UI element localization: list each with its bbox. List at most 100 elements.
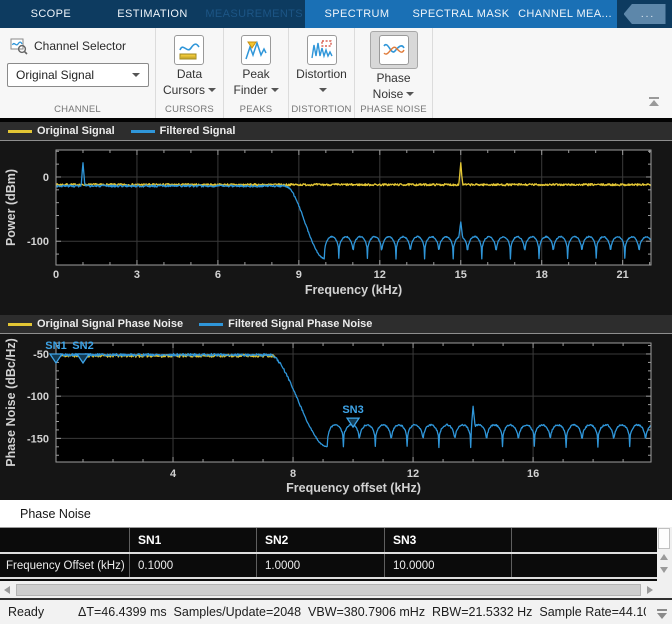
svg-text:12: 12 (374, 269, 386, 281)
power-plot-legend: Original Signal Filtered Signal (0, 122, 672, 141)
svg-text:12: 12 (407, 468, 419, 480)
legend-line-filtered-signal (131, 130, 155, 133)
status-stats: ΔT=46.4399 ms Samples/Update=2048 VBW=38… (78, 605, 646, 619)
phase-noise-plot-legend: Original Signal Phase Noise Filtered Sig… (0, 315, 672, 334)
ribbon-section-cursors: Data Cursors CURSORS (156, 28, 224, 118)
legend-item-original-phase-noise[interactable]: Original Signal Phase Noise (8, 318, 183, 330)
svg-text:-100: -100 (27, 236, 49, 248)
peak-finder-label-1: Peak (242, 67, 269, 81)
tab-spectral-mask[interactable]: SPECTRAL MASK (409, 0, 513, 28)
svg-text:0: 0 (53, 269, 59, 281)
sn3-value: 10.0000 (385, 554, 512, 577)
table-header-row: SN1 SN2 SN3 (0, 528, 657, 554)
channel-dropdown-value: Original Signal (16, 68, 94, 82)
table-header-sn1: SN1 (130, 528, 257, 552)
scroll-left-icon (4, 586, 10, 594)
svg-text:4: 4 (170, 468, 177, 480)
svg-text:Power (dBm): Power (dBm) (4, 169, 18, 246)
section-label-distortion: DISTORTION (289, 104, 354, 115)
svg-text:Phase Noise (dBc/Hz): Phase Noise (dBc/Hz) (4, 338, 18, 467)
tab-measurements[interactable]: MEASUREMENTS (203, 0, 305, 28)
scroll-right-button[interactable] (643, 581, 657, 598)
distortion-button[interactable]: Distortion (296, 35, 347, 97)
svg-text:21: 21 (617, 269, 629, 281)
collapse-ribbon-icon[interactable] (646, 94, 662, 112)
chevron-down-icon (271, 88, 279, 96)
table-vertical-scrollbar[interactable] (657, 527, 672, 581)
svg-text:8: 8 (290, 468, 296, 480)
dock-down-icon[interactable] (655, 607, 669, 624)
peak-finder-button[interactable]: Peak Finder (233, 35, 278, 97)
phase-noise-label-2: Noise (373, 87, 404, 101)
svg-text:SN1: SN1 (45, 340, 66, 352)
status-bar: Ready ΔT=46.4399 ms Samples/Update=2048 … (0, 598, 672, 624)
svg-text:Frequency (kHz): Frequency (kHz) (305, 283, 402, 297)
table-header-filler (512, 528, 657, 552)
section-label-peaks: PEAKS (224, 104, 288, 115)
table-header-empty (0, 528, 130, 552)
sn2-value: 1.0000 (257, 554, 385, 577)
svg-text:18: 18 (536, 269, 548, 281)
legend-label: Filtered Signal Phase Noise (228, 318, 372, 330)
svg-text:16: 16 (527, 468, 539, 480)
legend-item-original-signal[interactable]: Original Signal (8, 125, 115, 137)
table-header-sn2: SN2 (257, 528, 385, 552)
svg-text:-150: -150 (27, 433, 49, 445)
status-state: Ready (8, 605, 78, 619)
distortion-icon (307, 35, 337, 65)
chevron-down-icon (208, 88, 216, 96)
distortion-label: Distortion (296, 67, 347, 81)
channel-dropdown[interactable]: Original Signal (7, 63, 149, 87)
svg-text:Frequency offset (kHz): Frequency offset (kHz) (286, 481, 421, 495)
channel-selector-icon (10, 37, 28, 55)
phase-noise-button[interactable]: Phase Noise (370, 35, 418, 101)
tab-channel-measurements[interactable]: CHANNEL MEA... (513, 0, 617, 28)
scroll-left-button[interactable] (0, 581, 14, 598)
data-cursors-label-1: Data (177, 67, 202, 81)
data-cursors-button[interactable]: Data Cursors (163, 35, 216, 97)
peak-finder-icon (241, 35, 271, 65)
chevron-down-icon (132, 73, 140, 81)
scroll-down-icon[interactable] (660, 567, 668, 573)
phase-noise-plot[interactable]: 481216-50-100-150Frequency offset (kHz)P… (0, 334, 672, 500)
legend-line-filtered-phase-noise (199, 323, 223, 326)
channel-selector-button[interactable]: Channel Selector (10, 37, 126, 55)
tab-zone-left: SCOPE ESTIMATION MEASUREMENTS (0, 0, 305, 28)
ribbon-empty-area (433, 28, 672, 118)
table-horizontal-scrollbar[interactable] (0, 581, 657, 598)
ribbon-toolstrip: Channel Selector Original Signal CHANNEL… (0, 28, 672, 118)
legend-line-original-signal (8, 130, 32, 133)
legend-label: Filtered Signal (160, 125, 236, 137)
vertical-scroll-thumb[interactable] (658, 528, 670, 549)
svg-text:15: 15 (455, 269, 467, 281)
scroll-up-icon[interactable] (660, 554, 668, 560)
phase-noise-selected-highlight (370, 31, 418, 69)
legend-item-filtered-phase-noise[interactable]: Filtered Signal Phase Noise (199, 318, 372, 330)
section-label-phase-noise: PHASE NOISE (355, 104, 432, 115)
row-label: Frequency Offset (kHz) (0, 554, 130, 577)
tab-scope[interactable]: SCOPE (0, 0, 102, 28)
svg-text:SN3: SN3 (342, 404, 363, 416)
scrollbar-corner (657, 581, 672, 598)
peak-finder-label-2: Finder (233, 83, 267, 97)
tab-overflow-button[interactable]: ... (624, 4, 666, 24)
legend-line-original-phase-noise (8, 323, 32, 326)
tab-zone-right: SPECTRUM SPECTRAL MASK CHANNEL MEA... (305, 0, 617, 28)
ribbon-section-phase-noise: Phase Noise PHASE NOISE (355, 28, 433, 118)
table-header-sn3: SN3 (385, 528, 512, 552)
sn1-value: 0.1000 (130, 554, 257, 577)
ribbon-section-channel: Channel Selector Original Signal CHANNEL (0, 28, 156, 118)
data-cursors-icon (174, 35, 204, 65)
legend-item-filtered-signal[interactable]: Filtered Signal (131, 125, 236, 137)
table-row-frequency-offset: Frequency Offset (kHz) 0.1000 1.0000 10.… (0, 554, 657, 579)
row-filler (512, 554, 657, 577)
power-spectrum-plot[interactable]: 0369121518210-100Frequency (kHz)Power (d… (0, 141, 672, 315)
tab-spectrum[interactable]: SPECTRUM (305, 0, 409, 28)
horizontal-scroll-thumb[interactable] (16, 584, 641, 596)
ribbon-section-distortion: Distortion DISTORTION (289, 28, 355, 118)
phase-noise-panel-title: Phase Noise (0, 500, 672, 527)
scroll-right-icon (647, 586, 653, 594)
svg-text:SN2: SN2 (72, 340, 93, 352)
tab-estimation[interactable]: ESTIMATION (102, 0, 204, 28)
legend-label: Original Signal (37, 125, 115, 137)
